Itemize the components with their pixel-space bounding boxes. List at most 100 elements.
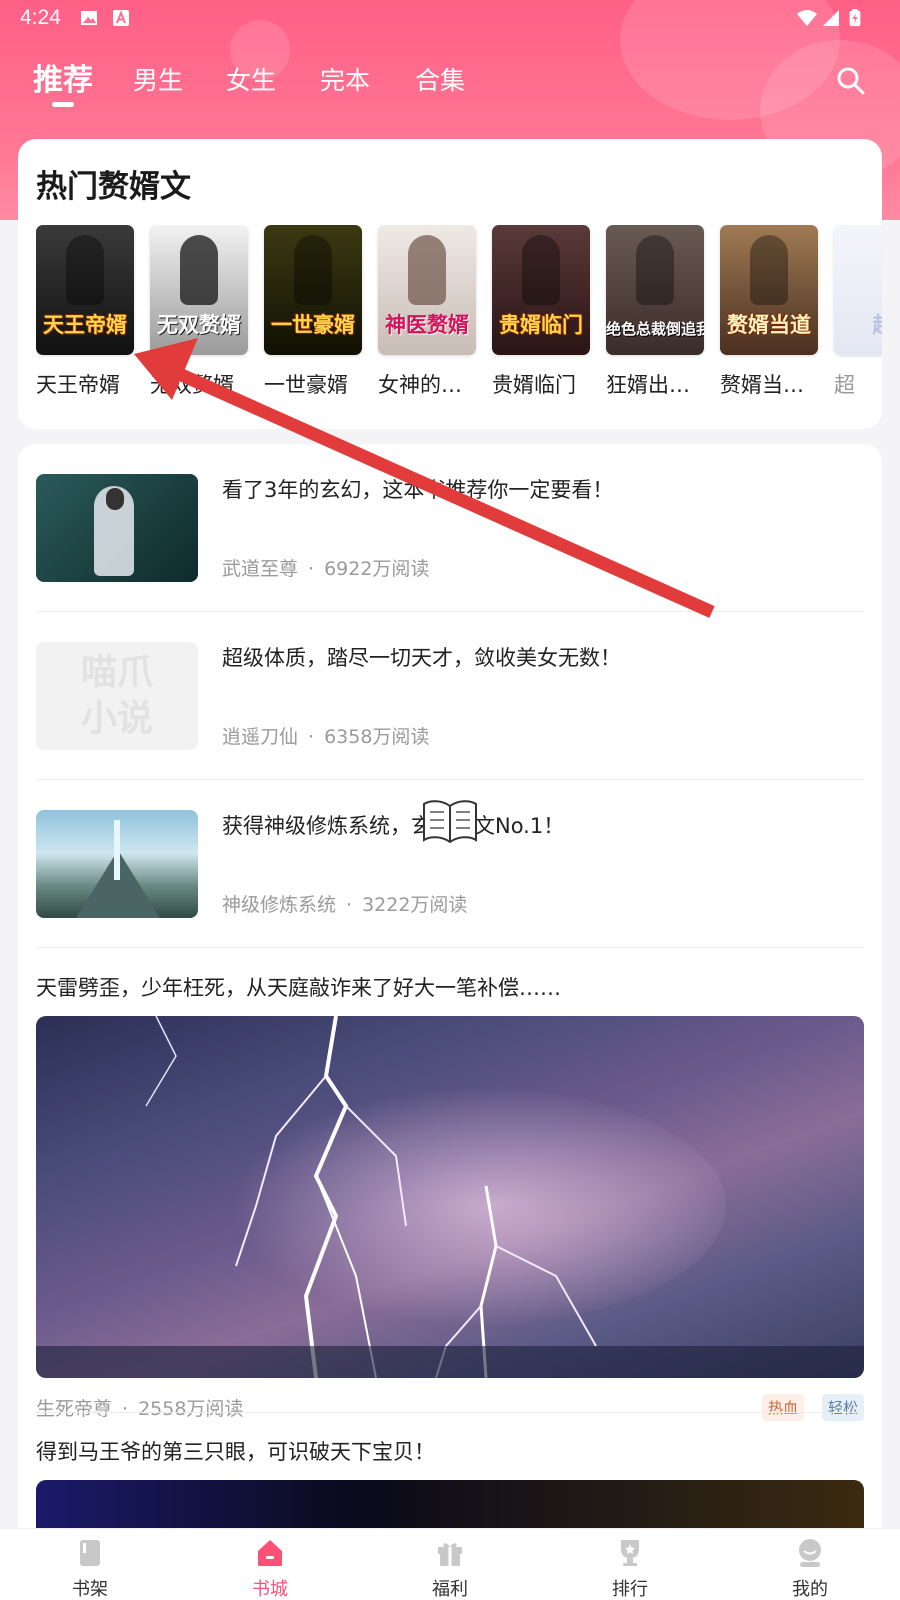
item-meta: 神级修炼系统 · 3222万阅读 bbox=[222, 890, 467, 917]
read-count: 3222万阅读 bbox=[362, 894, 468, 916]
list-item[interactable]: 看了3年的玄幻，这本书推荐你一定要看！ 武道至尊 · 6922万阅读 bbox=[36, 444, 864, 612]
book-item[interactable]: 贵婿临门 贵婿临门 bbox=[492, 225, 590, 399]
book-title: 贵婿临门 bbox=[492, 373, 576, 397]
tabbar-label: 排行 bbox=[612, 1579, 648, 1600]
list-item[interactable]: 喵爪小说 超级体质，踏尽一切天才，敛收美女无数！ 逍遥刀仙 · 6358万阅读 bbox=[36, 612, 864, 780]
lightning-illustration bbox=[36, 1016, 864, 1378]
tag-badge: 轻松 bbox=[821, 1394, 864, 1421]
cover-figure bbox=[66, 235, 104, 305]
tab-male[interactable]: 男生 bbox=[133, 56, 183, 106]
item-meta: 武道至尊 · 6922万阅读 bbox=[222, 554, 429, 581]
cover-title: 超 bbox=[834, 309, 883, 339]
hot-books-card: 热门赘婿文 天王帝婿 天王帝婿 无双赘婿 无双赘婿 一世豪婿 一世豪婿 神医赘婿… bbox=[18, 139, 882, 429]
book-item[interactable]: 赘婿当道 赘婿当… bbox=[720, 225, 818, 399]
cover-title: 无双赘婿 bbox=[157, 313, 241, 337]
book-title: 赘婿当… bbox=[720, 373, 804, 397]
featured-image-lightning bbox=[36, 1016, 864, 1378]
book-title: 超 bbox=[834, 373, 855, 397]
book-name: 武道至尊 bbox=[222, 558, 299, 580]
image-icon bbox=[81, 11, 97, 25]
signal-icon bbox=[823, 10, 839, 26]
battery-icon bbox=[849, 9, 861, 27]
cover-figure bbox=[180, 235, 218, 305]
book-item[interactable]: 一世豪婿 一世豪婿 bbox=[264, 225, 362, 399]
cover-figure bbox=[294, 235, 332, 305]
book-cover: 神医赘婿 bbox=[378, 225, 476, 355]
book-title: 一世豪婿 bbox=[264, 373, 348, 397]
featured-title: 得到马王爷的第三只眼，可识破天下宝贝！ bbox=[36, 1440, 435, 1464]
tabbar-label: 我的 bbox=[792, 1579, 828, 1600]
book-item[interactable]: 神医赘婿 女神的… bbox=[378, 225, 476, 399]
cover-title: 一世豪婿 bbox=[271, 313, 355, 337]
tag-badge: 热血 bbox=[761, 1394, 804, 1421]
book-name: 神级修炼系统 bbox=[222, 894, 337, 916]
book-item[interactable]: 超 超 bbox=[834, 225, 882, 399]
divider bbox=[36, 1412, 864, 1413]
item-description: 看了3年的玄幻，这本书推荐你一定要看！ bbox=[222, 478, 614, 502]
item-thumbnail bbox=[36, 810, 198, 918]
separator-dot: · bbox=[308, 558, 315, 580]
separator-dot: · bbox=[308, 726, 315, 748]
read-count: 6922万阅读 bbox=[324, 558, 430, 580]
book-name: 逍遥刀仙 bbox=[222, 726, 299, 748]
book-title: 狂婿出… bbox=[606, 373, 690, 397]
book-carousel[interactable]: 天王帝婿 天王帝婿 无双赘婿 无双赘婿 一世豪婿 一世豪婿 神医赘婿 女神的… bbox=[36, 225, 882, 405]
book-cover: 天王帝婿 bbox=[36, 225, 134, 355]
tabbar-label: 书城 bbox=[252, 1579, 288, 1600]
cover-figure bbox=[636, 235, 674, 305]
book-cover: 贵婿临门 bbox=[492, 225, 590, 355]
read-count: 2558万阅读 bbox=[138, 1398, 244, 1420]
section-title: 热门赘婿文 bbox=[36, 169, 191, 205]
bottom-tab-bar: 书架 书城 福利 排行 我的 bbox=[0, 1528, 900, 1600]
tabbar-rewards[interactable]: 福利 bbox=[390, 1529, 510, 1600]
cover-title: 贵婿临门 bbox=[499, 313, 583, 337]
cover-figure bbox=[408, 235, 446, 305]
cover-title: 赘婿当道 bbox=[727, 313, 811, 337]
text-a-icon bbox=[113, 10, 129, 26]
cover-figure bbox=[750, 235, 788, 305]
book-cover: 赘婿当道 bbox=[720, 225, 818, 355]
featured-item[interactable]: 天雷劈歪，少年枉死，从天庭敲诈来了好大一笔补偿…… 生死帝尊 · 2558万阅读… bbox=[36, 972, 864, 1422]
book-cover: 绝色总裁倒追我 bbox=[606, 225, 704, 355]
feed-card: 看了3年的玄幻，这本书推荐你一定要看！ 武道至尊 · 6922万阅读 喵爪小说 超级… bbox=[18, 444, 882, 1600]
trophy-icon bbox=[621, 1540, 639, 1566]
book-item[interactable]: 天王帝婿 天王帝婿 bbox=[36, 225, 134, 399]
book-title: 女神的… bbox=[378, 373, 462, 397]
tab-completed[interactable]: 完本 bbox=[320, 56, 370, 106]
book-name: 生死帝尊 bbox=[36, 1398, 113, 1420]
item-description: 获得神级修炼系统，玄幻爽文No.1！ bbox=[222, 814, 565, 838]
tabbar-ranking[interactable]: 排行 bbox=[570, 1529, 690, 1600]
item-thumbnail: 喵爪小说 bbox=[36, 642, 198, 750]
book-item[interactable]: 绝色总裁倒追我 狂婿出… bbox=[606, 225, 704, 399]
tabbar-profile[interactable]: 我的 bbox=[750, 1529, 870, 1600]
book-title: 天王帝婿 bbox=[36, 373, 120, 397]
tab-recommend[interactable]: 推荐 bbox=[33, 56, 93, 106]
book-cover: 超 bbox=[834, 225, 882, 355]
home-icon bbox=[258, 1540, 282, 1566]
gift-icon bbox=[438, 1543, 462, 1566]
tabbar-bookshelf[interactable]: 书架 bbox=[30, 1529, 150, 1600]
read-count: 6358万阅读 bbox=[324, 726, 430, 748]
wifi-icon bbox=[797, 10, 817, 26]
cover-title: 天王帝婿 bbox=[43, 313, 127, 337]
item-meta: 逍遥刀仙 · 6358万阅读 bbox=[222, 722, 429, 749]
cover-figure bbox=[522, 235, 560, 305]
search-icon[interactable] bbox=[836, 66, 866, 96]
tab-collection[interactable]: 合集 bbox=[415, 56, 465, 106]
status-bar: 4:24 bbox=[0, 0, 900, 36]
separator-dot: · bbox=[122, 1398, 129, 1420]
status-time: 4:24 bbox=[20, 6, 61, 29]
tab-female[interactable]: 女生 bbox=[226, 56, 276, 106]
item-description: 超级体质，踏尽一切天才，敛收美女无数！ bbox=[222, 646, 621, 670]
book-cover: 一世豪婿 bbox=[264, 225, 362, 355]
placeholder-logo-text: 喵爪小说 bbox=[80, 652, 153, 739]
cover-title: 神医赘婿 bbox=[385, 313, 469, 337]
open-book-icon bbox=[423, 800, 477, 844]
book-item[interactable]: 无双赘婿 无双赘婿 bbox=[150, 225, 248, 399]
item-thumbnail bbox=[36, 474, 198, 582]
active-tab-indicator bbox=[52, 102, 74, 107]
book-cover: 无双赘婿 bbox=[150, 225, 248, 355]
tabbar-bookstore[interactable]: 书城 bbox=[210, 1529, 330, 1600]
featured-title: 天雷劈歪，少年枉死，从天庭敲诈来了好大一笔补偿…… bbox=[36, 976, 561, 1000]
cover-title: 绝色总裁倒追我 bbox=[606, 320, 704, 338]
